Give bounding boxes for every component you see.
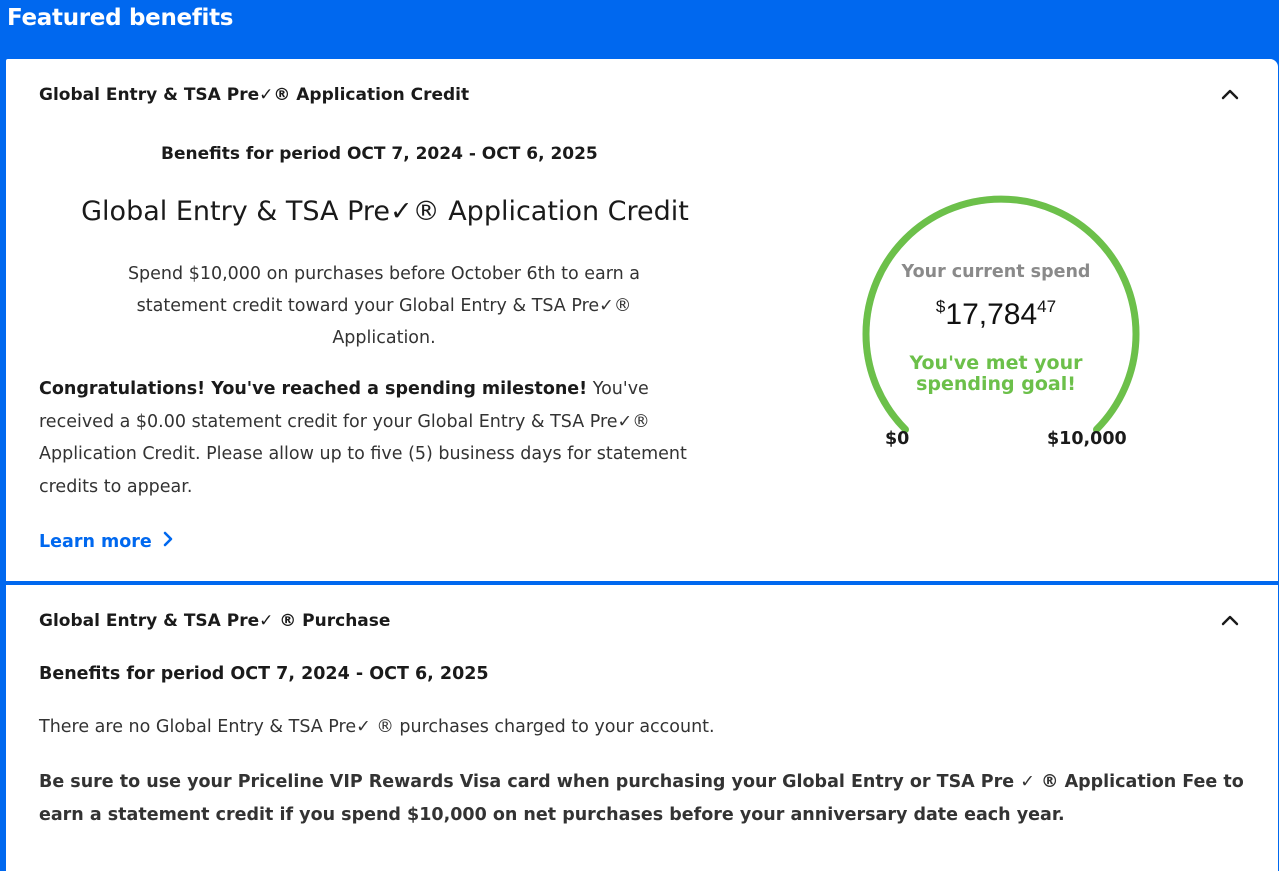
benefit-title: Global Entry & TSA Pre✓® Application Cre… [81, 196, 689, 227]
gauge-min-label: $0 [885, 429, 910, 449]
benefit-period: Benefits for period OCT 7, 2024 - OCT 6,… [39, 664, 489, 684]
benefit-description: Spend $10,000 on purchases before Octobe… [127, 264, 641, 348]
currency-symbol: $ [935, 297, 946, 316]
purchase-note: Be sure to use your Priceline VIP Reward… [39, 772, 1244, 825]
current-spend-amount: $17,78447 [851, 297, 1141, 332]
chevron-up-icon[interactable] [1217, 607, 1243, 633]
panel-title[interactable]: Global Entry & TSA Pre✓® Application Cre… [39, 85, 469, 105]
learn-more-label: Learn more [39, 531, 152, 552]
learn-more-link[interactable]: Learn more [39, 530, 174, 553]
milestone-message: Congratulations! You've reached a spendi… [39, 373, 729, 503]
application-credit-panel: Global Entry & TSA Pre✓® Application Cre… [6, 59, 1278, 581]
no-purchases-message: There are no Global Entry & TSA Pre✓ ® p… [39, 717, 715, 737]
gauge-label: Your current spend [901, 262, 1091, 282]
panel-title[interactable]: Global Entry & TSA Pre✓ ® Purchase [39, 611, 390, 631]
benefit-period: Benefits for period OCT 7, 2024 - OCT 6,… [161, 144, 598, 164]
gauge-max-label: $10,000 [1047, 429, 1127, 449]
purchase-panel: Global Entry & TSA Pre✓ ® Purchase Benef… [6, 585, 1278, 871]
amount-cents: 47 [1037, 297, 1057, 316]
milestone-headline: Congratulations! You've reached a spendi… [39, 379, 588, 399]
amount-dollars: 17,784 [945, 298, 1038, 331]
page-title: Featured benefits [7, 5, 234, 31]
goal-met-message: You've met your spending goal! [851, 353, 1141, 395]
chevron-right-icon [162, 530, 174, 553]
goal-message-line: spending goal! [916, 373, 1076, 395]
spend-gauge: Your current spend $17,78447 You've met … [851, 189, 1141, 469]
goal-message-line: You've met your [909, 352, 1083, 374]
chevron-up-icon[interactable] [1217, 81, 1243, 107]
